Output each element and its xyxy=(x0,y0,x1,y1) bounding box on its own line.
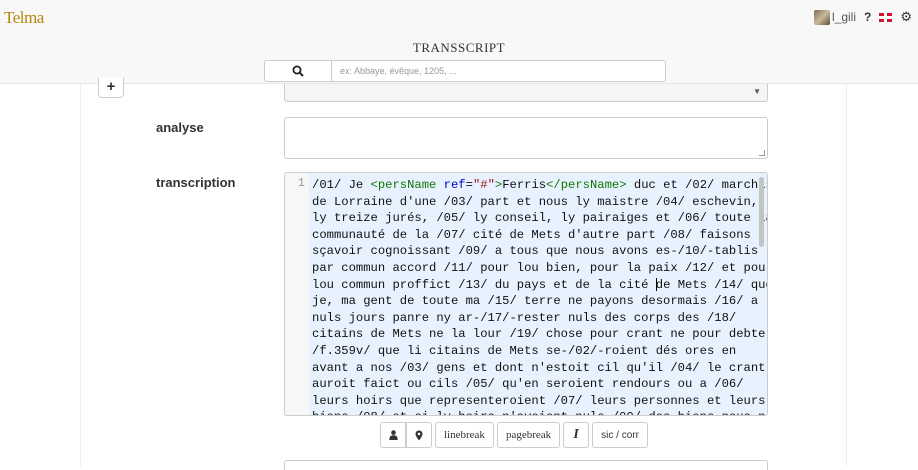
code-line: lou commun proffict /13/ du pays et de l… xyxy=(312,277,767,294)
code-text: de Mets /14/ que xyxy=(655,277,767,292)
code-line: /01/ Je <persName ref="#">Ferris</persNa… xyxy=(312,177,767,194)
gear-icon[interactable]: ⚙ xyxy=(900,9,912,25)
entity-button-group xyxy=(380,422,432,448)
code-text: communauté de la /07/ cité de Mets d'aut… xyxy=(312,227,751,242)
pagebreak-button[interactable]: pagebreak xyxy=(496,422,561,448)
editor-toolbar: linebreak pagebreak I sic / corr xyxy=(380,422,648,448)
code-text: auroit faict ou cils /05/ qu'en seroient… xyxy=(312,377,744,392)
transcription-label: transcription xyxy=(156,175,236,190)
code-text: duc et /02/ marchis xyxy=(626,178,767,192)
code-text: /01/ Je xyxy=(312,178,371,192)
search-input[interactable] xyxy=(332,60,666,82)
code-line: ly treize jurés, /05/ ly conseil, ly pai… xyxy=(312,210,767,227)
resize-grip-icon[interactable] xyxy=(759,150,765,156)
sic-corr-button[interactable]: sic / corr xyxy=(592,422,648,448)
code-content[interactable]: /01/ Je <persName ref="#">Ferris</persNa… xyxy=(309,173,767,415)
select-caret-icon: ▼ xyxy=(753,87,761,96)
search-header: TRANSSCRIPT xyxy=(0,36,918,84)
linebreak-button[interactable]: linebreak xyxy=(435,422,494,448)
code-text: je, ma gent de toute ma /15/ terre ne pa… xyxy=(312,294,759,309)
person-button[interactable] xyxy=(380,422,406,448)
content-border-left xyxy=(80,84,81,466)
content-border-right xyxy=(846,84,847,466)
username: l_gili xyxy=(831,10,856,24)
code-text: /f.359v/ que li citains de Mets se-/02/-… xyxy=(312,343,737,358)
code-line: par commun accord /11/ pour lou bien, po… xyxy=(312,260,767,277)
app-logo[interactable]: Telma xyxy=(4,8,44,28)
code-line: communauté de la /07/ cité de Mets d'aut… xyxy=(312,227,755,244)
search-button[interactable] xyxy=(264,60,332,82)
page-title: TRANSSCRIPT xyxy=(412,40,506,55)
search-icon xyxy=(292,65,304,77)
code-token-str: "#" xyxy=(472,178,495,192)
user-link[interactable]: l_gili xyxy=(813,9,856,25)
add-button[interactable]: + xyxy=(98,78,124,98)
code-line: de Lorraine d'une /03/ part et nous ly m… xyxy=(312,194,759,211)
code-text: ly treize jurés, /05/ ly conseil, ly pai… xyxy=(312,211,767,226)
italic-button[interactable]: I xyxy=(563,422,590,448)
user-menu: l_gili ? ⚙ xyxy=(813,9,912,25)
code-text: = xyxy=(465,178,473,192)
code-token-tag: </persName> xyxy=(546,178,627,192)
user-icon xyxy=(388,430,398,440)
line-number-gutter: 1 xyxy=(285,173,309,415)
code-line: /f.359v/ que li citains de Mets se-/02/-… xyxy=(312,343,755,360)
code-line: avant a nos /03/ gens et dont n'estoit c… xyxy=(312,360,765,377)
code-line: auroit faict ou cils /05/ qu'en seroient… xyxy=(312,376,755,393)
code-line: nuls jours panre ny ar-/17/-rester nuls … xyxy=(312,310,755,327)
transcription-editor[interactable]: 1 /01/ Je <persName ref="#">Ferris</pers… xyxy=(284,172,768,416)
help-icon[interactable]: ? xyxy=(864,10,871,24)
code-text: par commun accord /11/ pour lou bien, po… xyxy=(312,260,767,275)
code-text: avant a nos /03/ gens et dont n'estoit c… xyxy=(312,360,766,375)
code-line: biens /08/ et si ly hoirs n'avoient nuls… xyxy=(312,409,767,415)
code-text: Ferris xyxy=(502,178,547,192)
code-text: de Lorraine d'une /03/ part et nous ly m… xyxy=(312,194,759,209)
next-field-box[interactable] xyxy=(284,460,768,470)
code-line: citains de Mets ne la lour /19/ chose po… xyxy=(312,326,765,343)
code-text: nuls jours panre ny ar-/17/-rester nuls … xyxy=(312,310,737,325)
code-text: leurs hoirs que representeroient /07/ le… xyxy=(312,393,766,408)
place-button[interactable] xyxy=(406,422,432,448)
analyse-textarea[interactable] xyxy=(284,117,768,159)
english-flag-icon[interactable] xyxy=(879,12,893,22)
type-select[interactable]: ▼ xyxy=(284,84,768,102)
code-text: sçavoir cognoissant /09/ a tous que nous… xyxy=(312,244,759,259)
code-line: je, ma gent de toute ma /15/ terre ne pa… xyxy=(312,293,759,310)
code-token-attr: ref xyxy=(443,178,466,192)
map-marker-icon xyxy=(415,430,423,440)
line-number: 1 xyxy=(297,176,305,190)
code-token-tag: <persName xyxy=(370,178,444,192)
search-bar xyxy=(264,60,666,82)
avatar xyxy=(813,9,830,25)
code-line: sçavoir cognoissant /09/ a tous que nous… xyxy=(312,243,759,260)
code-text: lou commun proffict /13/ du pays et de l… xyxy=(312,277,656,292)
editor-scrollbar[interactable] xyxy=(759,177,764,247)
analyse-label: analyse xyxy=(156,120,204,135)
code-text: biens /08/ et si ly hoirs n'avoient nuls… xyxy=(312,410,767,415)
code-line: leurs hoirs que representeroient /07/ le… xyxy=(312,393,765,410)
code-text: citains de Mets ne la lour /19/ chose po… xyxy=(312,327,766,342)
top-navbar: Telma l_gili ? ⚙ xyxy=(0,0,918,36)
